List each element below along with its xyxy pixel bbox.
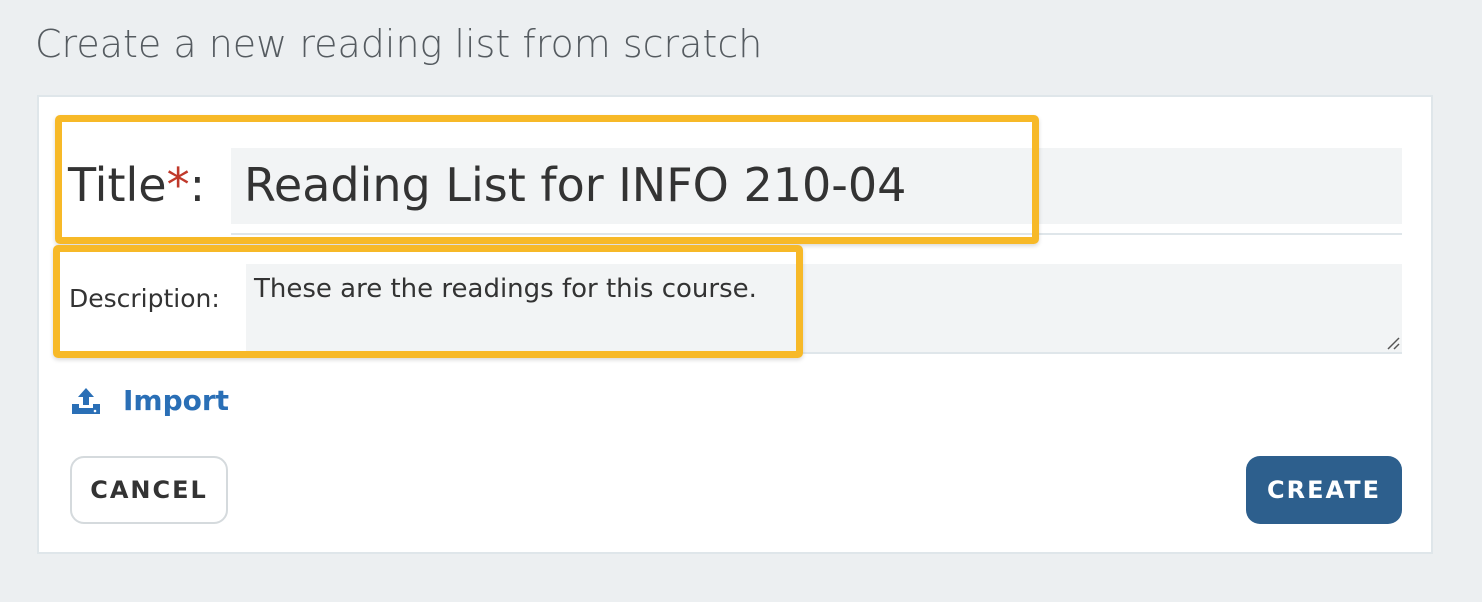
import-link[interactable]: Import (70, 384, 229, 417)
description-label: Description: (69, 284, 220, 313)
description-value[interactable]: These are the readings for this course. (254, 274, 757, 304)
title-label: Title*: (68, 158, 205, 212)
title-label-text: Title (68, 158, 167, 212)
resize-grip-icon[interactable] (1386, 336, 1400, 350)
upload-icon (72, 387, 100, 414)
required-indicator: * (166, 158, 190, 212)
description-textarea[interactable]: These are the readings for this course. (246, 264, 1402, 354)
title-input-value[interactable]: Reading List for INFO 210-04 (244, 158, 906, 212)
cancel-button[interactable]: CANCEL (70, 456, 228, 524)
title-field-row: Title*: Reading List for INFO 210-04 (68, 146, 1402, 224)
title-input-underline (231, 233, 1402, 235)
import-label[interactable]: Import (123, 384, 229, 417)
page-title: Create a new reading list from scratch (35, 22, 763, 66)
title-label-colon: : (189, 158, 206, 212)
create-button[interactable]: CREATE (1246, 456, 1402, 524)
